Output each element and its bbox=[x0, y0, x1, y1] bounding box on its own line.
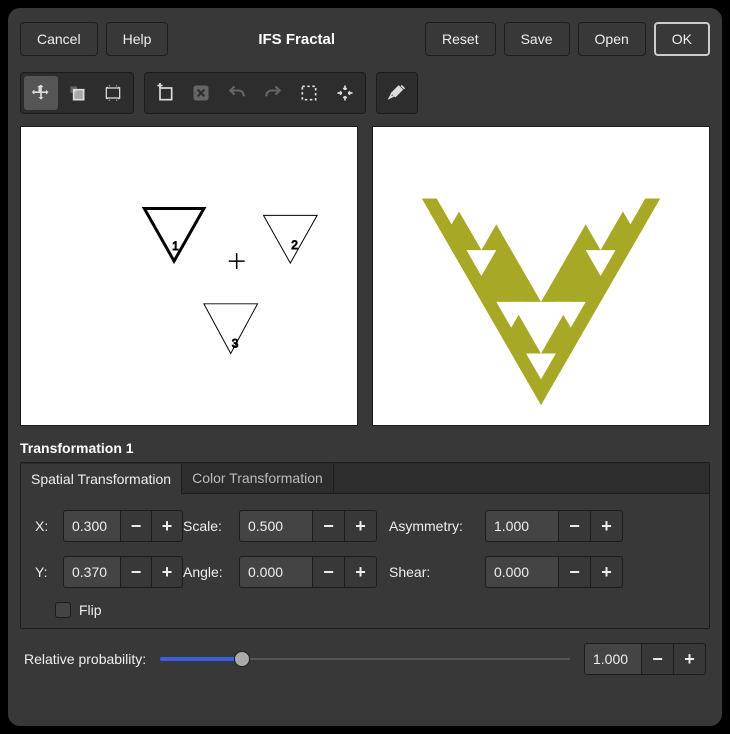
titlebar: Cancel Help IFS Fractal Reset Save Open … bbox=[20, 20, 710, 58]
y-decrement[interactable]: − bbox=[121, 556, 152, 588]
move-tool-icon[interactable] bbox=[24, 76, 58, 110]
scale-spinner: − + bbox=[239, 510, 389, 542]
angle-label: Angle: bbox=[183, 564, 239, 580]
select-all-icon[interactable] bbox=[292, 76, 326, 110]
probability-slider[interactable] bbox=[160, 649, 570, 669]
probability-decrement[interactable]: − bbox=[642, 643, 674, 675]
angle-spinner: − + bbox=[239, 556, 389, 588]
probability-spinner: − + bbox=[584, 643, 706, 675]
spatial-form: X: − + Scale: − + Asymmetry: − + Y: − bbox=[21, 494, 709, 628]
x-decrement[interactable]: − bbox=[121, 510, 152, 542]
angle-input[interactable] bbox=[239, 556, 313, 588]
new-transform-icon[interactable] bbox=[148, 76, 182, 110]
reset-button[interactable]: Reset bbox=[425, 22, 496, 56]
toolbar bbox=[20, 72, 710, 114]
flip-row: Flip bbox=[35, 602, 635, 618]
asymmetry-input[interactable] bbox=[485, 510, 559, 542]
x-spinner: − + bbox=[63, 510, 183, 542]
shear-label: Shear: bbox=[389, 564, 485, 580]
tab-color[interactable]: Color Transformation bbox=[182, 463, 334, 493]
svg-text:2: 2 bbox=[291, 238, 298, 252]
transform-frame: Spatial Transformation Color Transformat… bbox=[20, 462, 710, 629]
shear-input[interactable] bbox=[485, 556, 559, 588]
x-label: X: bbox=[35, 518, 63, 534]
tab-spatial[interactable]: Spatial Transformation bbox=[21, 464, 182, 494]
delete-transform-icon[interactable] bbox=[184, 76, 218, 110]
slider-fill bbox=[160, 657, 242, 661]
scale-decrement[interactable]: − bbox=[313, 510, 345, 542]
open-button[interactable]: Open bbox=[578, 22, 646, 56]
save-button[interactable]: Save bbox=[504, 22, 570, 56]
recenter-icon[interactable] bbox=[328, 76, 362, 110]
scale-label: Scale: bbox=[183, 518, 239, 534]
undo-icon[interactable] bbox=[220, 76, 254, 110]
y-increment[interactable]: + bbox=[152, 556, 183, 588]
angle-decrement[interactable]: − bbox=[313, 556, 345, 588]
transform-tabs: Spatial Transformation Color Transformat… bbox=[21, 463, 709, 494]
options-icon[interactable] bbox=[380, 76, 414, 110]
rotate-tool-icon[interactable] bbox=[60, 76, 94, 110]
probability-row: Relative probability: − + bbox=[20, 643, 710, 675]
render-preview[interactable] bbox=[372, 126, 710, 426]
preview-row: 1 2 3 bbox=[20, 126, 710, 426]
shear-decrement[interactable]: − bbox=[559, 556, 591, 588]
flip-label: Flip bbox=[79, 602, 102, 618]
angle-increment[interactable]: + bbox=[345, 556, 377, 588]
x-input[interactable] bbox=[63, 510, 121, 542]
ifs-fractal-dialog: Cancel Help IFS Fractal Reset Save Open … bbox=[8, 8, 722, 726]
asymmetry-increment[interactable]: + bbox=[591, 510, 623, 542]
asymmetry-decrement[interactable]: − bbox=[559, 510, 591, 542]
slider-thumb[interactable] bbox=[234, 651, 250, 667]
tool-group-edit bbox=[144, 72, 366, 114]
y-label: Y: bbox=[35, 564, 63, 580]
probability-input[interactable] bbox=[584, 643, 642, 675]
probability-increment[interactable]: + bbox=[674, 643, 706, 675]
y-spinner: − + bbox=[63, 556, 183, 588]
scale-increment[interactable]: + bbox=[345, 510, 377, 542]
cancel-button[interactable]: Cancel bbox=[20, 22, 98, 56]
probability-label: Relative probability: bbox=[24, 651, 146, 667]
scale-input[interactable] bbox=[239, 510, 313, 542]
transform-title: Transformation 1 bbox=[20, 440, 710, 456]
asymmetry-spinner: − + bbox=[485, 510, 635, 542]
x-increment[interactable]: + bbox=[152, 510, 183, 542]
svg-text:1: 1 bbox=[172, 239, 179, 253]
ok-button[interactable]: OK bbox=[654, 22, 710, 56]
flip-checkbox[interactable] bbox=[55, 602, 71, 618]
asymmetry-label: Asymmetry: bbox=[389, 518, 485, 534]
tool-group-options bbox=[376, 72, 418, 114]
svg-text:3: 3 bbox=[232, 337, 239, 351]
stretch-tool-icon[interactable] bbox=[96, 76, 130, 110]
shear-increment[interactable]: + bbox=[591, 556, 623, 588]
tool-group-mode bbox=[20, 72, 134, 114]
shear-spinner: − + bbox=[485, 556, 635, 588]
design-preview[interactable]: 1 2 3 bbox=[20, 126, 358, 426]
dialog-title: IFS Fractal bbox=[176, 31, 417, 48]
help-button[interactable]: Help bbox=[106, 22, 169, 56]
redo-icon[interactable] bbox=[256, 76, 290, 110]
y-input[interactable] bbox=[63, 556, 121, 588]
